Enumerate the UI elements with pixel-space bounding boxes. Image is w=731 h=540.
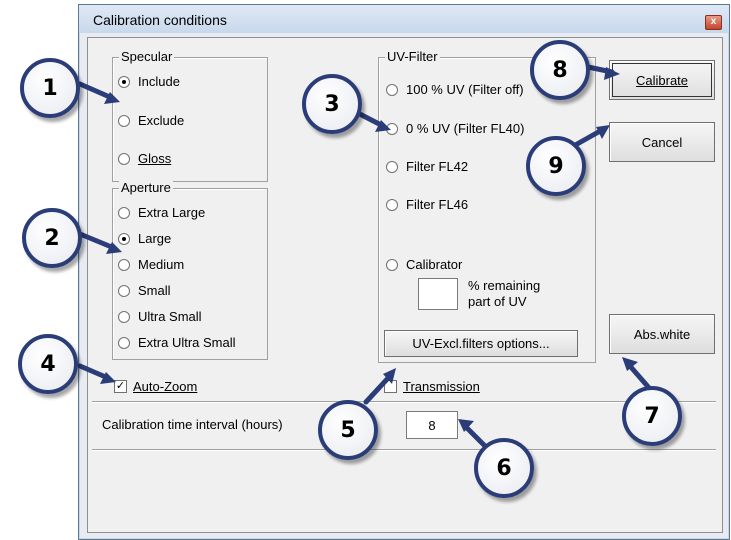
callout-badge-8: 8 <box>530 40 590 100</box>
callout-arrow-5 <box>363 373 393 405</box>
callout-badge-4: 4 <box>18 334 78 394</box>
callout-badge-7: 7 <box>622 386 682 446</box>
callout-badge-2: 2 <box>22 208 82 268</box>
callout-arrow-2 <box>77 231 117 251</box>
callout-badge-1: 1 <box>20 58 80 118</box>
callout-arrow-4 <box>77 363 111 381</box>
callout-arrow-1 <box>77 81 115 101</box>
callout-badge-5: 5 <box>318 400 378 460</box>
callout-arrowhead-8 <box>604 67 620 80</box>
callout-badge-6: 6 <box>474 438 534 498</box>
callout-badge-3: 3 <box>302 74 362 134</box>
callout-badge-9: 9 <box>526 136 586 196</box>
callout-arrows <box>77 64 653 450</box>
callout-arrow-6 <box>463 424 489 450</box>
